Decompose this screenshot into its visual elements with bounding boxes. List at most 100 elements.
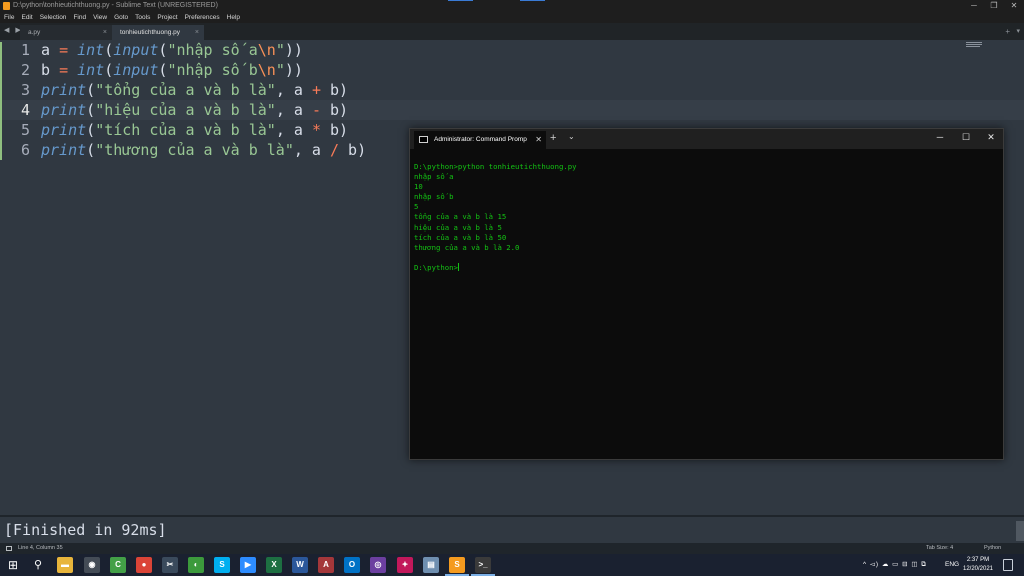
chrome-icon[interactable]: ● xyxy=(136,557,152,573)
menu-preferences[interactable]: Preferences xyxy=(185,12,220,23)
code-token: b) xyxy=(320,121,349,139)
tab-dropdown-icon[interactable]: ▾ xyxy=(1016,27,1020,35)
tab-label: tonhieutichthuong.py xyxy=(120,29,180,36)
line-number: 4 xyxy=(20,101,30,119)
notes-icon[interactable]: ▤ xyxy=(423,557,439,573)
tab-a-py[interactable]: a.py × xyxy=(20,25,112,40)
output-scrollbar[interactable] xyxy=(1016,521,1024,541)
zoom-icon[interactable]: ▶ xyxy=(240,557,256,573)
minimap[interactable] xyxy=(966,42,986,48)
terminal-icon[interactable]: >_ xyxy=(475,557,491,573)
cmd-dropdown-icon[interactable]: ⌄ xyxy=(568,132,575,141)
access-icon[interactable]: A xyxy=(318,557,334,573)
cmd-new-tab-button[interactable]: + xyxy=(550,132,556,144)
menu-selection[interactable]: Selection xyxy=(40,12,67,23)
cmd-tab[interactable]: Administrator: Command Promp ✕ xyxy=(414,131,546,149)
menu-bar: File Edit Selection Find View Goto Tools… xyxy=(0,12,1024,23)
greenshot-icon[interactable]: ◐ xyxy=(188,557,204,573)
line-number: 2 xyxy=(20,61,30,79)
file-explorer-icon[interactable]: ▬ xyxy=(57,557,73,573)
maximize-button[interactable]: ❐ xyxy=(984,0,1004,12)
code-token: = xyxy=(59,61,69,79)
word-icon[interactable]: W xyxy=(292,557,308,573)
code-token: print xyxy=(41,81,87,99)
menu-view[interactable]: View xyxy=(93,12,107,23)
close-button[interactable]: ✕ xyxy=(1004,0,1024,12)
menu-edit[interactable]: Edit xyxy=(21,12,32,23)
tab-tonhieutichthuong-py[interactable]: tonhieutichthuong.py × xyxy=(112,25,204,40)
sublime-text-icon[interactable]: S xyxy=(449,557,465,573)
cmd-close-button[interactable]: ✕ xyxy=(981,132,1001,143)
obs-icon[interactable]: ◎ xyxy=(370,557,386,573)
tool-icon[interactable]: ✦ xyxy=(397,557,413,573)
notification-icon[interactable] xyxy=(1003,559,1013,571)
window-title: D:\python\tonhieutichthuong.py - Sublime… xyxy=(13,2,218,9)
code-token: input xyxy=(113,61,159,79)
code-token: "tổng của a và b là" xyxy=(95,81,276,99)
windows-start-icon[interactable]: ⊞ xyxy=(5,557,21,573)
cmd-tab-close-icon[interactable]: ✕ xyxy=(535,131,542,149)
skype-icon[interactable]: S xyxy=(214,557,230,573)
code-token: + xyxy=(311,81,321,99)
build-output-panel: [Finished in 92ms] xyxy=(0,515,1024,543)
titlebar-accent xyxy=(520,0,545,1)
code-line[interactable]: print("hiệu của a và b là", a - b) xyxy=(41,101,348,119)
tab-size-indicator[interactable]: Tab Size: 4 xyxy=(926,543,953,554)
snipping-tool-icon[interactable]: ✂ xyxy=(162,557,178,573)
code-line[interactable]: a = int(input("nhập số a\n")) xyxy=(41,41,303,59)
outlook-icon[interactable]: O xyxy=(344,557,360,573)
syntax-indicator[interactable]: Python xyxy=(984,543,1001,554)
cmd-console[interactable]: D:\python>python tonhieutichthuong.py nh… xyxy=(414,162,577,273)
code-line[interactable]: print("thương của a và b là", a / b) xyxy=(41,141,366,159)
code-token: ( xyxy=(104,41,114,59)
cmd-cursor xyxy=(457,262,459,271)
menu-help[interactable]: Help xyxy=(227,12,240,23)
new-tab-button[interactable]: + xyxy=(1005,27,1010,36)
code-token: "nhập số b xyxy=(167,61,258,79)
code-token: , a xyxy=(275,101,312,119)
code-token: a xyxy=(41,41,60,59)
camtasia-icon[interactable]: C xyxy=(110,557,126,573)
github-desktop-icon[interactable]: ◉ xyxy=(84,557,100,573)
menu-goto[interactable]: Goto xyxy=(114,12,128,23)
code-token: "nhập số a xyxy=(167,41,258,59)
code-line[interactable]: print("tích của a và b là", a * b) xyxy=(41,121,348,139)
code-token: - xyxy=(311,101,321,119)
cmd-minimize-button[interactable]: ─ xyxy=(930,132,950,142)
code-token: b) xyxy=(339,141,367,159)
cmd-tab-title: Administrator: Command Promp xyxy=(434,136,527,143)
system-tray-icons[interactable]: ^ ◅) ☁ ▭ ⊟ ◫ ⧉ xyxy=(863,554,927,576)
code-token: print xyxy=(41,141,87,159)
excel-icon[interactable]: X xyxy=(266,557,282,573)
code-token: b) xyxy=(320,101,349,119)
titlebar-accent xyxy=(448,0,473,1)
code-token: "hiệu của a và b là" xyxy=(95,101,276,119)
menu-project[interactable]: Project xyxy=(157,12,177,23)
code-token: , a xyxy=(275,81,312,99)
language-indicator[interactable]: ENG xyxy=(945,554,959,576)
cmd-maximize-button[interactable]: ☐ xyxy=(956,132,976,143)
code-token: int xyxy=(77,41,105,59)
tab-close-icon[interactable]: × xyxy=(195,25,199,40)
minimize-button[interactable]: ─ xyxy=(964,0,984,12)
code-token: input xyxy=(113,41,159,59)
code-token: , a xyxy=(275,121,312,139)
tab-close-icon[interactable]: × xyxy=(103,25,107,40)
menu-file[interactable]: File xyxy=(4,12,14,23)
clock-date: 12/20/2021 xyxy=(962,566,994,572)
code-line[interactable]: b = int(input("nhập số b\n")) xyxy=(41,61,303,79)
code-token: " xyxy=(275,61,285,79)
command-prompt-window[interactable]: Administrator: Command Promp ✕ + ⌄ ─ ☐ ✕… xyxy=(409,128,1004,460)
menu-tools[interactable]: Tools xyxy=(135,12,150,23)
search-icon[interactable]: ⚲ xyxy=(30,557,46,573)
panel-toggle-icon[interactable] xyxy=(6,546,12,551)
cursor-position: Line 4, Column 35 xyxy=(18,545,63,551)
code-token: int xyxy=(77,61,105,79)
menu-find[interactable]: Find xyxy=(73,12,86,23)
code-token: ( xyxy=(86,81,96,99)
code-token: print xyxy=(41,101,87,119)
taskbar-clock[interactable]: 2:37 PM 12/20/2021 xyxy=(960,556,996,574)
code-line[interactable]: print("tổng của a và b là", a + b) xyxy=(41,81,348,99)
